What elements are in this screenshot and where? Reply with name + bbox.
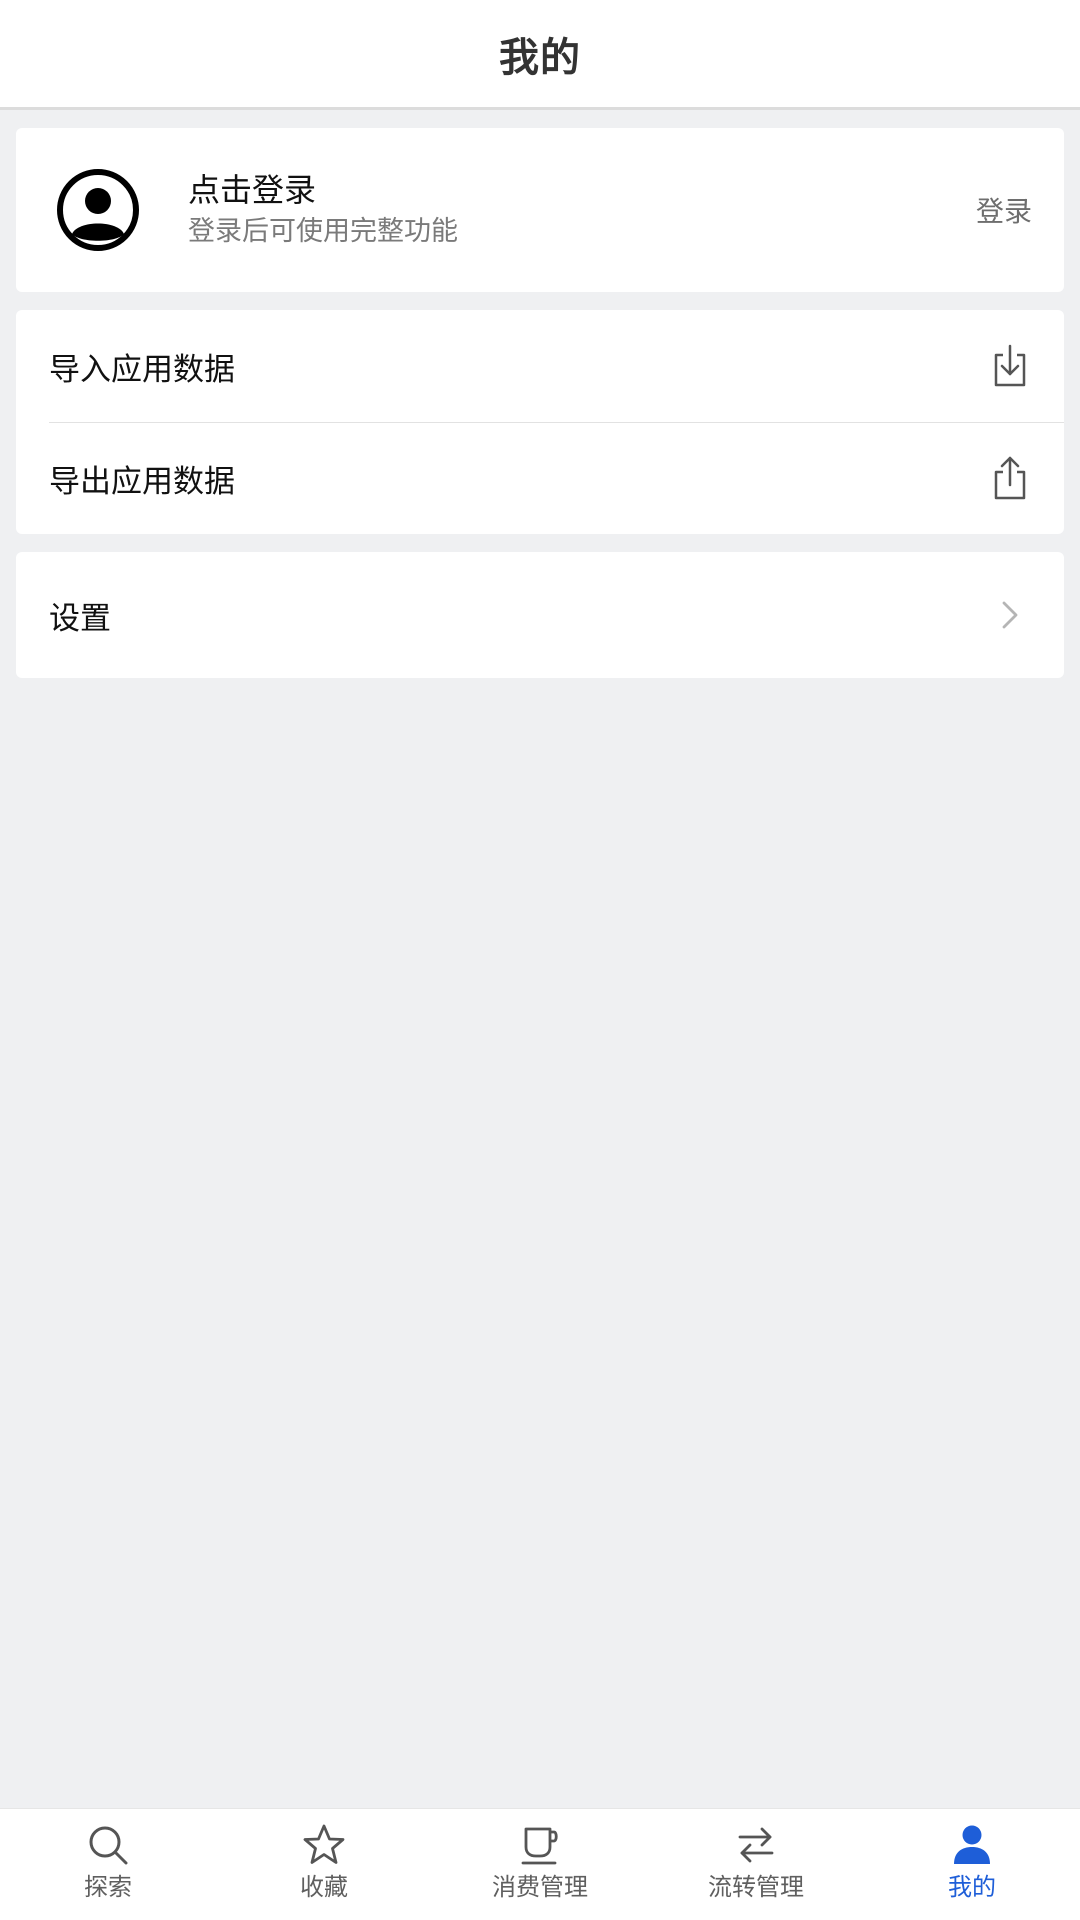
data-section: 导入应用数据 导出应用数据 <box>16 310 1064 534</box>
export-data-label: 导出应用数据 <box>49 463 235 500</box>
export-data-row[interactable]: 导出应用数据 <box>16 422 1064 534</box>
user-icon <box>950 1823 994 1867</box>
star-icon <box>302 1823 346 1867</box>
import-icon <box>988 342 1032 390</box>
page-header: 我的 <box>0 0 1080 110</box>
login-texts: 点击登录 登录后可使用完整功能 <box>188 168 976 252</box>
search-icon <box>86 1823 130 1867</box>
avatar-icon <box>56 168 140 252</box>
cup-icon <box>518 1823 562 1867</box>
export-icon <box>988 454 1032 502</box>
login-subtitle: 登录后可使用完整功能 <box>188 216 458 247</box>
app-root: 我的 点击登录 登录后可使用完整功能 登录 导入应用数据 导出应用数据 设置 探… <box>0 0 1080 1920</box>
nav-label-transfer: 流转管理 <box>708 1873 804 1901</box>
import-data-label: 导入应用数据 <box>49 351 235 388</box>
nav-item-explore[interactable]: 探索 <box>0 1809 216 1920</box>
nav-label-favorites: 收藏 <box>300 1873 348 1901</box>
transfer-icon <box>734 1823 778 1867</box>
settings-label: 设置 <box>49 600 111 637</box>
settings-section: 设置 <box>16 552 1064 678</box>
chevron-right-icon <box>988 591 1032 639</box>
login-button[interactable]: 登录 <box>976 190 1032 230</box>
nav-label-explore: 探索 <box>84 1873 132 1901</box>
nav-item-transfer[interactable]: 流转管理 <box>648 1809 864 1920</box>
nav-label-consumption: 消费管理 <box>492 1873 588 1901</box>
page-title: 我的 <box>499 34 581 81</box>
settings-row[interactable]: 设置 <box>16 552 1064 678</box>
nav-item-consumption[interactable]: 消费管理 <box>432 1809 648 1920</box>
nav-item-favorites[interactable]: 收藏 <box>216 1809 432 1920</box>
nav-item-mine[interactable]: 我的 <box>864 1809 1080 1920</box>
login-title: 点击登录 <box>188 171 317 209</box>
nav-label-mine: 我的 <box>948 1873 996 1901</box>
bottom-nav: 探索 收藏 消费管理 流转管理 我的 <box>0 1808 1080 1920</box>
import-data-row[interactable]: 导入应用数据 <box>16 310 1064 422</box>
login-card[interactable]: 点击登录 登录后可使用完整功能 登录 <box>16 128 1064 292</box>
